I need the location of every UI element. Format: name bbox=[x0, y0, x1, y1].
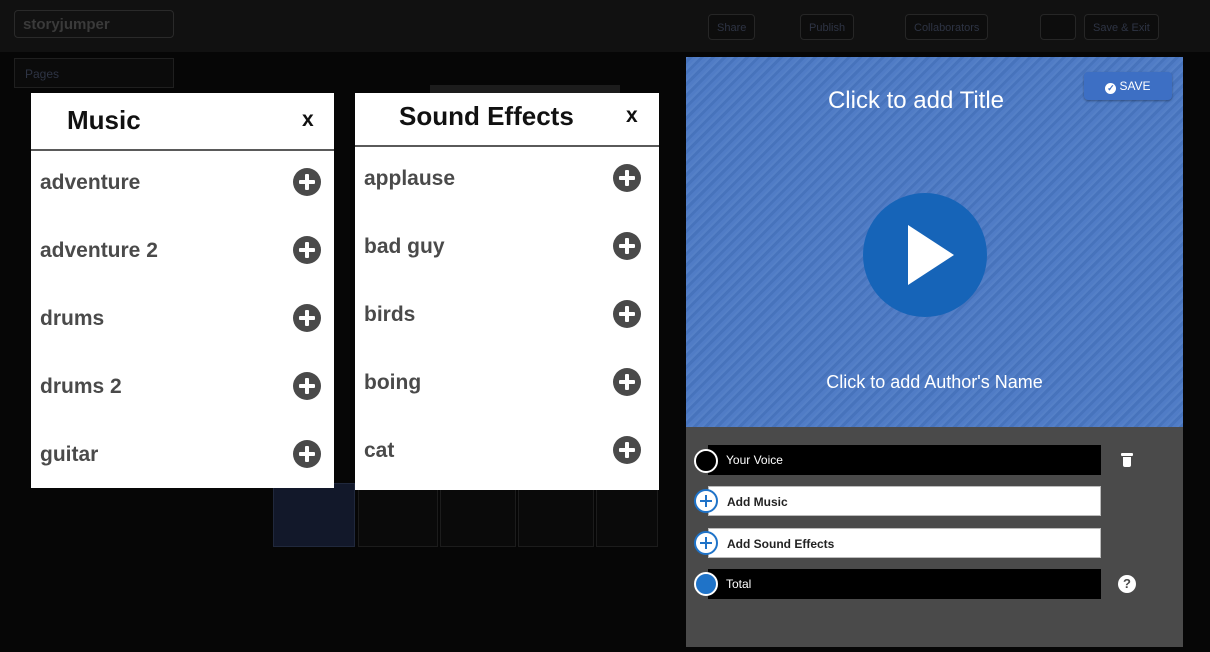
publish-button[interactable]: Publish bbox=[800, 14, 855, 40]
collaborators-button[interactable]: Collaborators bbox=[905, 14, 989, 40]
sound-effects-panel-title: Sound Effects bbox=[399, 101, 574, 131]
sound-effect-item-label: boing bbox=[364, 371, 422, 394]
sound-effect-item-label: birds bbox=[364, 303, 416, 326]
sound-effect-item-label: bad guy bbox=[364, 235, 445, 258]
add-sound-effects-plus-icon[interactable] bbox=[694, 531, 718, 555]
page-thumbnail[interactable] bbox=[440, 483, 516, 547]
add-circle-icon[interactable] bbox=[293, 440, 321, 468]
add-circle-icon[interactable] bbox=[613, 368, 641, 396]
your-voice-label: Your Voice bbox=[726, 453, 783, 467]
list-item: guitar bbox=[31, 423, 334, 491]
list-item: boing bbox=[355, 351, 659, 419]
cover-editor: ✓ SAVE Click to add Title Click to add Au… bbox=[686, 57, 1183, 647]
list-item: cat bbox=[355, 419, 659, 487]
settings-button[interactable] bbox=[1040, 14, 1076, 40]
add-circle-icon[interactable] bbox=[293, 304, 321, 332]
sound-effect-item-label: cat bbox=[364, 439, 395, 462]
add-music-plus-icon[interactable] bbox=[694, 489, 718, 513]
list-item: applause bbox=[355, 147, 659, 215]
cover-author-input[interactable]: Click to add Author's Name bbox=[686, 372, 1183, 393]
sound-effect-item-label: applause bbox=[364, 167, 456, 190]
add-music-label: Add Music bbox=[727, 495, 788, 509]
pages-dropdown[interactable]: Pages bbox=[14, 58, 174, 88]
music-item-label: guitar bbox=[40, 443, 99, 466]
total-play-button[interactable] bbox=[694, 572, 718, 596]
music-panel-title: Music bbox=[67, 105, 141, 135]
trash-icon[interactable] bbox=[1121, 453, 1133, 467]
list-item: adventure bbox=[31, 151, 334, 219]
page-thumbnail[interactable] bbox=[273, 483, 355, 547]
music-close-button[interactable]: x bbox=[302, 108, 314, 132]
total-label: Total bbox=[726, 577, 752, 591]
play-button[interactable] bbox=[863, 193, 987, 317]
share-button[interactable]: Share bbox=[708, 14, 756, 40]
app-logo: storyjumper bbox=[14, 10, 174, 38]
your-voice-track[interactable]: Your Voice bbox=[708, 445, 1101, 475]
add-circle-icon[interactable] bbox=[613, 164, 641, 192]
music-item-label: drums 2 bbox=[40, 375, 122, 398]
list-item: drums bbox=[31, 287, 334, 355]
add-circle-icon[interactable] bbox=[613, 436, 641, 464]
list-item: bad guy bbox=[355, 215, 659, 283]
record-voice-button[interactable] bbox=[694, 449, 718, 473]
sound-effects-panel-header: Sound Effects x bbox=[355, 93, 659, 147]
add-music-track[interactable]: Add Music bbox=[708, 486, 1101, 516]
list-item: birds bbox=[355, 283, 659, 351]
play-icon bbox=[908, 225, 954, 285]
add-circle-icon[interactable] bbox=[613, 232, 641, 260]
music-panel: Music x adventure adventure 2 drums drum… bbox=[31, 93, 334, 488]
save-exit-button[interactable]: Save & Exit bbox=[1084, 14, 1159, 40]
music-item-label: drums bbox=[40, 307, 105, 330]
add-sound-effects-label: Add Sound Effects bbox=[727, 537, 835, 551]
add-circle-icon[interactable] bbox=[293, 372, 321, 400]
page-thumbnail[interactable] bbox=[518, 483, 594, 547]
sound-effects-close-button[interactable]: x bbox=[626, 104, 638, 128]
help-icon[interactable]: ? bbox=[1118, 575, 1136, 593]
cover-title-input[interactable]: Click to add Title bbox=[686, 87, 1146, 115]
add-sound-effects-track[interactable]: Add Sound Effects bbox=[708, 528, 1101, 558]
music-item-label: adventure 2 bbox=[40, 239, 158, 262]
book-cover: ✓ SAVE Click to add Title Click to add Au… bbox=[686, 57, 1183, 427]
sound-effects-panel: Sound Effects x applause bad guy birds b… bbox=[355, 93, 659, 490]
list-item: drums 2 bbox=[31, 355, 334, 423]
background-toolbar: storyjumper Share Publish Collaborators … bbox=[0, 0, 1210, 52]
page-thumbnail[interactable] bbox=[596, 483, 658, 547]
add-circle-icon[interactable] bbox=[613, 300, 641, 328]
page-thumbnail[interactable] bbox=[358, 483, 438, 547]
list-item: adventure 2 bbox=[31, 219, 334, 287]
add-circle-icon[interactable] bbox=[293, 168, 321, 196]
background-strip bbox=[430, 85, 620, 93]
total-track[interactable]: Total bbox=[708, 569, 1101, 599]
add-circle-icon[interactable] bbox=[293, 236, 321, 264]
music-panel-header: Music x bbox=[31, 93, 334, 151]
music-item-label: adventure bbox=[40, 171, 141, 194]
